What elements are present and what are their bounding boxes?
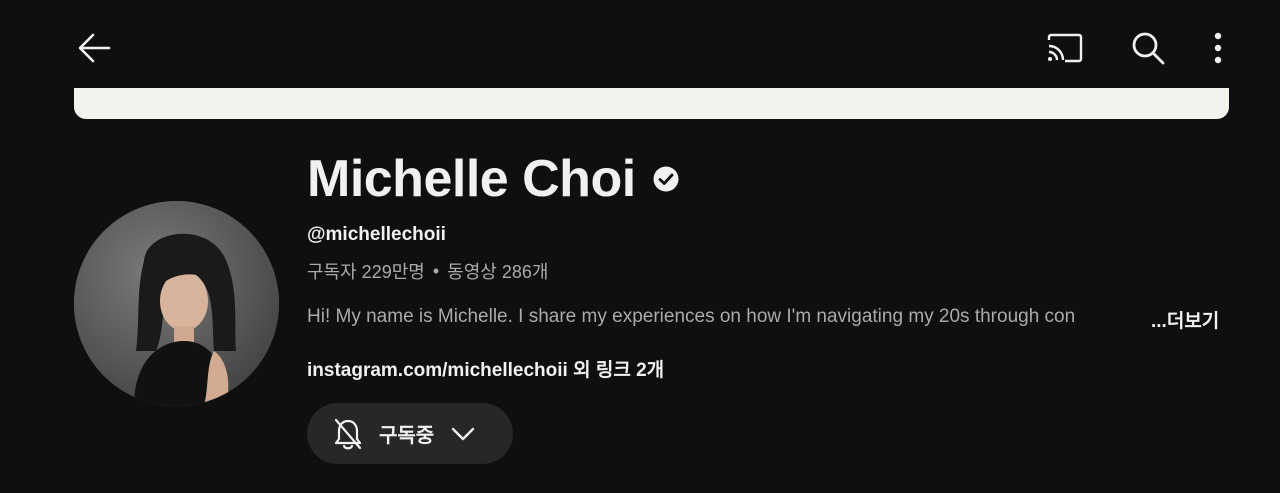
channel-title-row: Michelle Choi (307, 148, 680, 210)
avatar-photo (74, 201, 279, 406)
cast-icon (1047, 33, 1083, 63)
arrow-left-icon (78, 33, 111, 63)
channel-avatar[interactable] (74, 201, 279, 406)
channel-name: Michelle Choi (307, 150, 636, 208)
back-button[interactable] (72, 26, 116, 70)
video-count: 동영상 286개 (447, 262, 549, 282)
channel-links[interactable]: instagram.com/michellechoii 외 링크 2개 (307, 355, 664, 382)
stats-separator: • (432, 260, 440, 281)
channel-banner[interactable] (74, 88, 1229, 119)
more-button[interactable]: ...더보기 (1151, 306, 1219, 333)
search-button[interactable] (1126, 26, 1170, 70)
channel-handle: @michellechoii (307, 224, 446, 245)
description-fade (1090, 300, 1150, 334)
subscriber-count: 구독자 229만명 (307, 262, 425, 282)
subscribed-button[interactable]: 구독중 (307, 403, 513, 464)
chevron-down-icon (450, 421, 476, 447)
channel-description[interactable]: Hi! My name is Michelle. I share my expe… (307, 306, 1147, 328)
more-vertical-icon (1214, 32, 1222, 64)
cast-button[interactable] (1042, 28, 1086, 68)
channel-stats: 구독자 229만명 • 동영상 286개 (307, 258, 548, 284)
subscribed-label: 구독중 (379, 425, 435, 447)
verified-check-icon (652, 165, 680, 193)
channel-page: Michelle Choi @michellechoii 구독자 229만명 •… (0, 0, 1280, 493)
bell-off-icon (333, 418, 363, 450)
search-icon (1132, 32, 1165, 65)
more-options-button[interactable] (1200, 26, 1236, 70)
